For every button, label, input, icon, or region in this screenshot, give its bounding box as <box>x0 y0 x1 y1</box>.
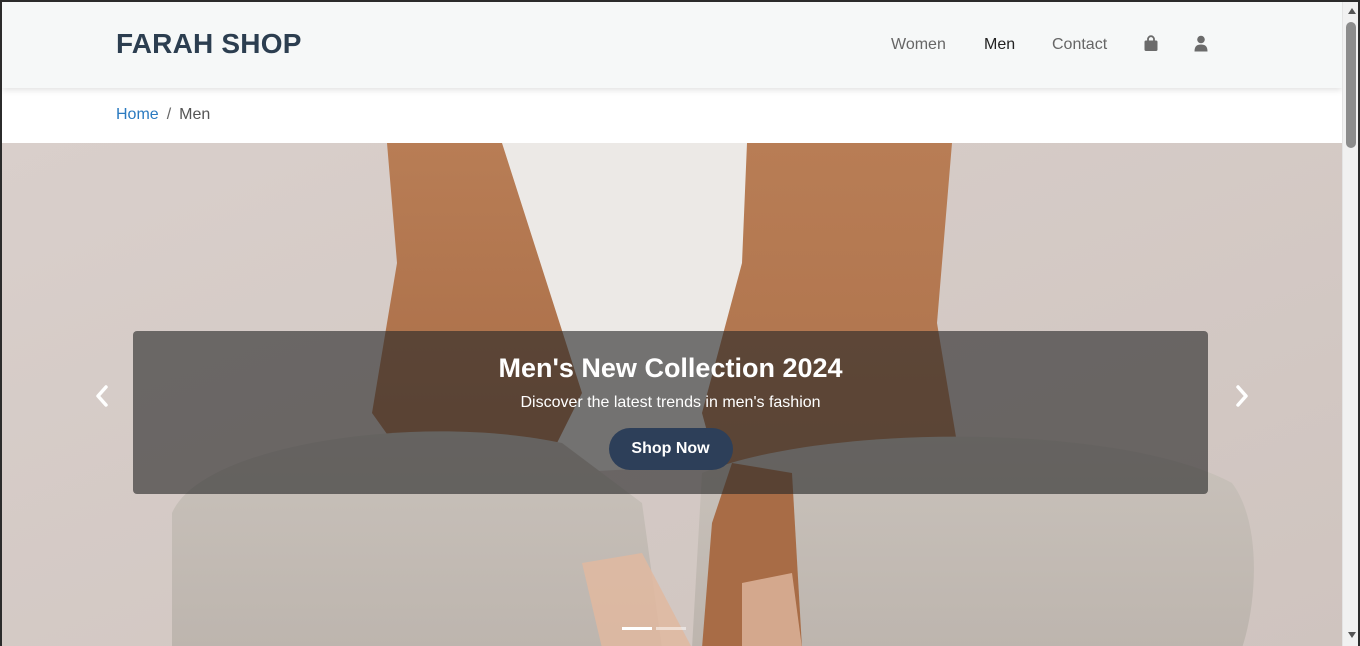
carousel-indicators <box>622 615 690 634</box>
hero-carousel: Men's New Collection 2024 Discover the l… <box>2 143 1342 646</box>
hero-subtitle: Discover the latest trends in men's fash… <box>520 394 821 411</box>
carousel-prev-icon[interactable] <box>91 383 113 409</box>
nav-link-contact[interactable]: Contact <box>1052 36 1107 54</box>
user-icon[interactable] <box>1193 35 1211 53</box>
brand-logo[interactable]: FARAH SHOP <box>116 28 302 60</box>
breadcrumb-separator: / <box>166 106 172 123</box>
scroll-down-icon[interactable] <box>1348 632 1356 638</box>
navbar: FARAH SHOP Women Men Contact <box>2 2 1342 88</box>
browser-frame: FARAH SHOP Women Men Contact Home / Men <box>0 0 1360 646</box>
breadcrumb-home-link[interactable]: Home <box>116 106 159 123</box>
hero-title: Men's New Collection 2024 <box>498 353 843 383</box>
carousel-indicator[interactable] <box>656 627 686 630</box>
scrollbar[interactable] <box>1342 2 1358 646</box>
carousel-next-icon[interactable] <box>1231 383 1253 409</box>
carousel-caption: Men's New Collection 2024 Discover the l… <box>133 331 1208 494</box>
breadcrumb-current: Men <box>179 106 211 123</box>
nav-link-women[interactable]: Women <box>891 36 946 54</box>
shopping-bag-icon[interactable] <box>1143 35 1161 53</box>
scroll-up-icon[interactable] <box>1348 8 1356 14</box>
page: FARAH SHOP Women Men Contact Home / Men <box>2 2 1342 646</box>
scrollbar-thumb[interactable] <box>1346 22 1356 148</box>
nav-link-men[interactable]: Men <box>984 36 1015 54</box>
breadcrumb: Home / Men <box>116 106 210 124</box>
shop-now-button[interactable]: Shop Now <box>608 428 733 470</box>
carousel-indicator[interactable] <box>622 627 652 630</box>
